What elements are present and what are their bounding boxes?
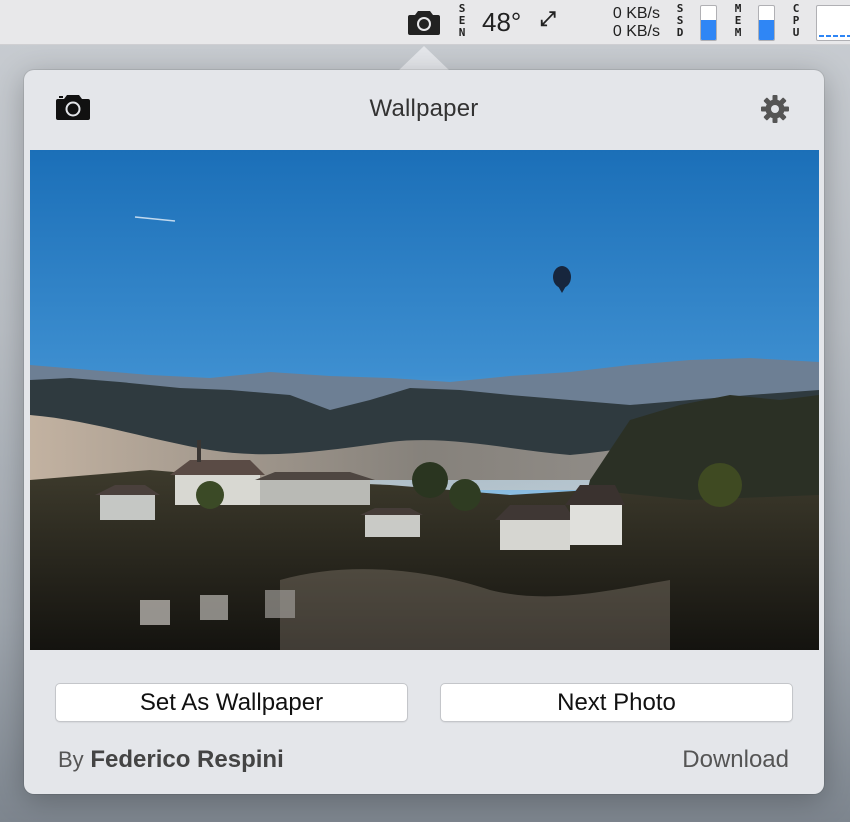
mem-label: MEM	[734, 2, 742, 39]
gear-icon	[761, 95, 789, 123]
photographer-name-link[interactable]: Federico Respini	[90, 746, 283, 773]
ssd-usage-fill	[701, 19, 716, 40]
cpu-label: CPU	[792, 2, 800, 39]
popover-title: Wallpaper	[369, 95, 479, 122]
ssd-usage-bar[interactable]	[700, 5, 717, 41]
cpu-usage-graph[interactable]	[816, 5, 850, 41]
next-photo-button[interactable]: Next Photo	[440, 683, 793, 722]
settings-button[interactable]	[760, 94, 790, 124]
ssd-label: SSD	[676, 2, 684, 39]
menu-bar: SEN 48° ⤢ 0 KB/s 0 KB/s SSD MEM CPU	[0, 0, 850, 45]
popover-arrow	[398, 46, 450, 71]
camera-icon	[408, 11, 440, 35]
wallpaper-popover: Wallpaper Set As Wallpaper Next Photo By…	[24, 70, 824, 794]
mem-usage-bar[interactable]	[758, 5, 775, 41]
cpu-graph-line	[819, 35, 850, 37]
sensor-label: SEN	[458, 2, 466, 39]
download-link[interactable]: Download	[682, 746, 789, 774]
wallpaper-preview-photo[interactable]	[30, 150, 819, 650]
temperature-readout[interactable]: 48°	[482, 7, 521, 38]
photo-credit: By Federico Respini	[58, 746, 284, 774]
network-download-rate[interactable]: 0 KB/s	[590, 23, 660, 41]
set-as-wallpaper-button[interactable]: Set As Wallpaper	[55, 683, 408, 722]
network-upload-rate[interactable]: 0 KB/s	[590, 5, 660, 23]
credit-prefix: By	[58, 747, 84, 772]
menubar-camera-button[interactable]	[407, 8, 441, 36]
landscape-photo	[30, 150, 819, 650]
mem-usage-fill	[759, 19, 774, 40]
network-arrows-icon[interactable]: ⤢	[540, 8, 556, 31]
